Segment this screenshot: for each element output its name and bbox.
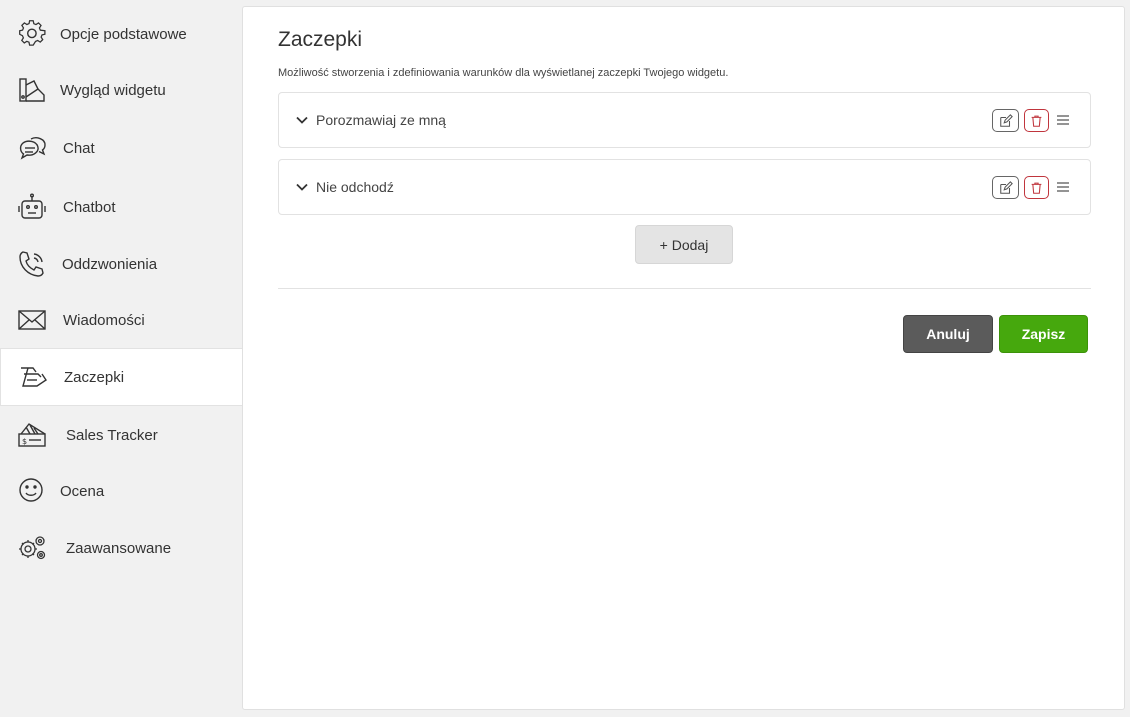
gears-icon (16, 532, 48, 564)
edit-icon (999, 113, 1013, 127)
sales-ticket-icon: $ (16, 419, 48, 451)
trash-icon (1031, 115, 1042, 127)
hook-label: Porozmawiaj ze mną (316, 112, 446, 128)
sidebar-item-label: Sales Tracker (66, 426, 158, 444)
sidebar-item-label: Ocena (60, 482, 105, 500)
sidebar-item-label: Wygląd widgetu (60, 81, 166, 99)
save-button[interactable]: Zapisz (999, 315, 1088, 353)
main-panel: Zaczepki Możliwość stworzenia i zdefinio… (242, 6, 1125, 710)
cancel-button[interactable]: Anuluj (903, 315, 993, 353)
delete-button[interactable] (1024, 176, 1049, 199)
svg-text:$: $ (22, 437, 27, 446)
sidebar-item-oddzwonienia[interactable]: Oddzwonienia (0, 236, 244, 292)
delete-button[interactable] (1024, 109, 1049, 132)
envelope-icon (16, 304, 48, 336)
hook-label: Nie odchodź (316, 179, 394, 195)
robot-icon (16, 191, 48, 223)
page-subtitle: Możliwość stworzenia i zdefiniowania war… (278, 67, 729, 79)
phone-callback-icon (16, 248, 48, 280)
page-title: Zaczepki (278, 28, 363, 51)
sidebar-item-label: Chatbot (63, 198, 116, 216)
sidebar-item-zaczepki[interactable]: Zaczepki (0, 348, 244, 406)
edit-icon (999, 180, 1013, 194)
add-hook-button[interactable]: + Dodaj (635, 225, 733, 264)
hook-item[interactable]: Nie odchodź (278, 159, 1091, 215)
edit-button[interactable] (992, 109, 1019, 132)
sidebar-item-chat[interactable]: Chat (0, 120, 244, 176)
sidebar-item-label: Oddzwonienia (62, 255, 158, 273)
chevron-down-icon[interactable] (295, 113, 309, 127)
chevron-down-icon[interactable] (295, 180, 309, 194)
sidebar: Opcje podstawowe Wygląd widgetu Chat Cha… (0, 0, 244, 717)
hand-wave-icon (17, 361, 49, 393)
sidebar-item-label: Zaczepki (64, 368, 125, 386)
divider (278, 288, 1091, 289)
chat-bubbles-icon (16, 132, 48, 164)
sidebar-item-label: Zaawansowane (66, 539, 172, 557)
edit-button[interactable] (992, 176, 1019, 199)
trash-icon (1031, 182, 1042, 194)
gear-icon (16, 18, 48, 50)
palette-icon (16, 74, 48, 106)
sidebar-item-label: Chat (63, 139, 95, 157)
sidebar-item-label: Wiadomości (63, 311, 145, 329)
sidebar-item-wyglad-widgetu[interactable]: Wygląd widgetu (0, 62, 244, 118)
drag-handle-icon[interactable] (1056, 113, 1070, 127)
sidebar-item-sales-tracker[interactable]: $ Sales Tracker (0, 407, 244, 463)
sidebar-item-ocena[interactable]: Ocena (0, 463, 244, 519)
sidebar-item-label: Opcje podstawowe (60, 25, 187, 43)
sidebar-item-wiadomosci[interactable]: Wiadomości (0, 292, 244, 348)
drag-handle-icon[interactable] (1056, 180, 1070, 194)
sidebar-item-chatbot[interactable]: Chatbot (0, 179, 244, 235)
sidebar-item-opcje-podstawowe[interactable]: Opcje podstawowe (0, 6, 244, 62)
hook-item[interactable]: Porozmawiaj ze mną (278, 92, 1091, 148)
sidebar-item-zaawansowane[interactable]: Zaawansowane (0, 520, 244, 576)
smiley-icon (16, 475, 48, 507)
